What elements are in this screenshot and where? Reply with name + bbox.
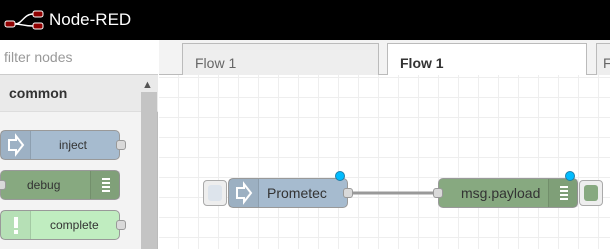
palette-category-header[interactable]: common ▲	[0, 75, 158, 112]
changed-indicator	[565, 171, 575, 181]
inject-trigger-button[interactable]	[203, 180, 227, 206]
palette-node-debug[interactable]: debug	[0, 170, 120, 200]
input-port	[0, 180, 6, 190]
tab-label: F	[603, 55, 610, 71]
debug-toggle-button[interactable]	[579, 180, 603, 206]
node-palette: common ▲ inject debug complete	[0, 40, 158, 249]
filter-nodes-input[interactable]	[0, 40, 156, 74]
app-title: Node-RED	[49, 10, 132, 29]
node-red-logo-icon	[4, 10, 44, 30]
tab-label: Flow 1	[400, 55, 444, 71]
tab-flow-partial[interactable]: F	[596, 43, 610, 76]
list-icon	[548, 179, 578, 207]
tab-flow-1-active[interactable]: Flow 1	[387, 43, 587, 76]
output-port	[116, 220, 126, 230]
flow-node-msg-payload[interactable]: msg.payload	[433, 171, 578, 208]
inject-trigger-inner	[208, 185, 222, 201]
flow-node-label: msg.payload	[461, 185, 541, 201]
palette-scrollbar[interactable]	[141, 92, 157, 249]
exclamation-icon	[1, 211, 31, 239]
palette-node-complete[interactable]: complete	[0, 210, 126, 240]
list-icon	[90, 171, 120, 199]
chevron-up-icon[interactable]: ▲	[142, 79, 153, 91]
wire-layer	[351, 191, 438, 195]
tab-label: Flow 1	[195, 55, 237, 71]
flow-node-prometec[interactable]: Prometec	[228, 171, 353, 208]
output-port	[116, 140, 126, 150]
palette-node-label: inject	[59, 138, 88, 152]
palette-node-inject[interactable]: inject	[0, 130, 126, 160]
palette-node-label: complete	[50, 218, 99, 232]
debug-toggle-inner	[584, 185, 598, 201]
palette-node-label: debug	[27, 178, 61, 192]
output-port[interactable]	[343, 188, 353, 198]
flow-node-label: Prometec	[267, 185, 327, 201]
tab-flow-1[interactable]: Flow 1	[182, 43, 379, 76]
arrow-right-icon	[1, 131, 31, 159]
workspace-canvas[interactable]: Prometec msg.payload	[159, 75, 610, 249]
changed-indicator	[335, 171, 345, 181]
input-port[interactable]	[433, 188, 443, 198]
category-title: common	[9, 85, 68, 101]
header-bar: Node-RED	[0, 0, 610, 40]
arrow-right-icon	[229, 179, 259, 207]
filter-bar	[0, 40, 158, 75]
workspace-tabs: Flow 1 Flow 1 F	[159, 40, 610, 76]
